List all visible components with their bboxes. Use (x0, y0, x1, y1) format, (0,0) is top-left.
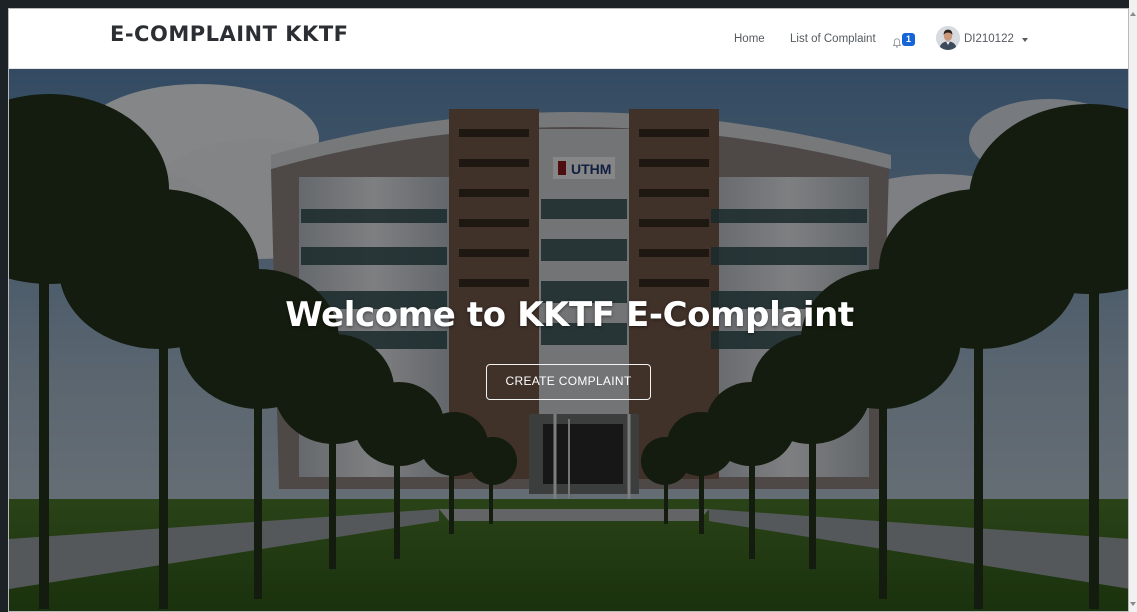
notification-count-badge[interactable]: 1 (902, 33, 915, 46)
top-navbar: E-COMPLAINT KKTF Home List of Complaint … (9, 9, 1128, 69)
brand-logo-text[interactable]: E-COMPLAINT KKTF (110, 22, 349, 46)
bell-icon[interactable] (892, 35, 902, 48)
hero-banner: UTHM Welcome to KKTF E-Complaint CREATE … (9, 69, 1128, 611)
create-complaint-button[interactable]: CREATE COMPLAINT (486, 364, 651, 400)
scroll-up-arrow-icon[interactable] (1130, 12, 1136, 16)
nav-home-link[interactable]: Home (734, 33, 765, 45)
scroll-down-arrow-icon[interactable] (1130, 602, 1136, 606)
page-scrollbar[interactable] (1129, 0, 1137, 612)
hero-background-photo: UTHM (9, 69, 1128, 611)
browser-viewport: E-COMPLAINT KKTF Home List of Complaint … (8, 8, 1129, 612)
nav-list-of-complaint-link[interactable]: List of Complaint (790, 33, 876, 45)
user-avatar[interactable] (936, 26, 960, 50)
chevron-down-icon[interactable] (1022, 38, 1028, 42)
user-menu-name[interactable]: DI210122 (964, 33, 1014, 45)
hero-title: Welcome to KKTF E-Complaint (285, 295, 854, 335)
